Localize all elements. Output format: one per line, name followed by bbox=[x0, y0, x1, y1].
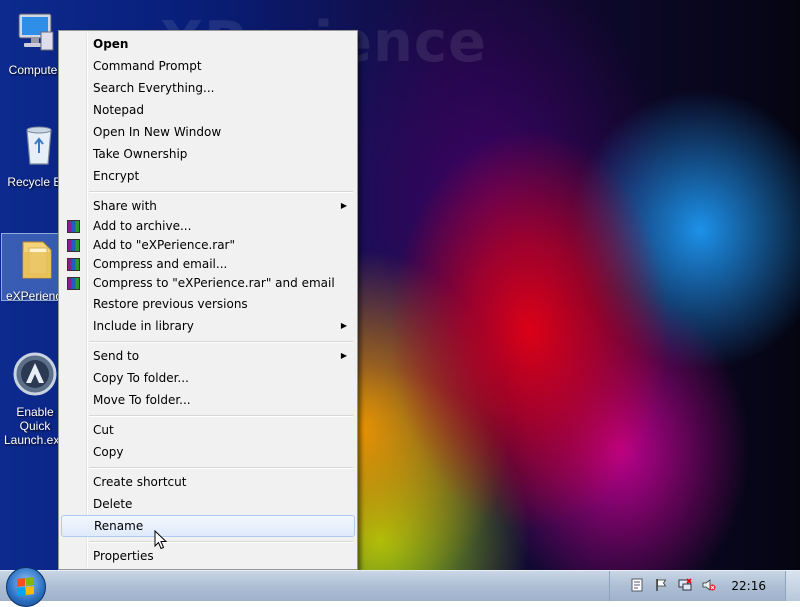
mouse-cursor-icon bbox=[154, 530, 168, 550]
menu-item-copy[interactable]: Copy bbox=[61, 441, 355, 463]
menu-item-label: Send to bbox=[93, 349, 140, 363]
menu-item-label: Add to archive... bbox=[93, 219, 192, 233]
menu-item-label: Add to "eXPerience.rar" bbox=[93, 238, 236, 252]
menu-item-label: Restore previous versions bbox=[93, 297, 248, 311]
menu-item-cut[interactable]: Cut bbox=[61, 419, 355, 441]
menu-item-search-everything[interactable]: Search Everything... bbox=[61, 77, 355, 99]
menu-item-encrypt[interactable]: Encrypt bbox=[61, 165, 355, 187]
menu-item-restore-previous-versions[interactable]: Restore previous versions bbox=[61, 293, 355, 315]
menu-item-create-shortcut[interactable]: Create shortcut bbox=[61, 471, 355, 493]
menu-item-add-to-rar[interactable]: Add to "eXPerience.rar" bbox=[61, 235, 355, 255]
winrar-icon bbox=[67, 277, 80, 290]
taskbar: 22:16 bbox=[0, 567, 800, 607]
menu-item-label: Cut bbox=[93, 423, 114, 437]
menu-item-label: Compress to "eXPerience.rar" and email bbox=[93, 276, 335, 290]
menu-item-label: Copy To folder... bbox=[93, 371, 189, 385]
menu-separator bbox=[89, 341, 353, 343]
menu-item-label: Move To folder... bbox=[93, 393, 191, 407]
menu-item-properties[interactable]: Properties bbox=[61, 545, 355, 567]
menu-item-label: Rename bbox=[94, 519, 144, 533]
menu-item-command-prompt[interactable]: Command Prompt bbox=[61, 55, 355, 77]
network-icon[interactable] bbox=[678, 578, 692, 592]
taskbar-clock[interactable]: 22:16 bbox=[731, 571, 766, 601]
menu-item-label: Create shortcut bbox=[93, 475, 187, 489]
windows-start-icon bbox=[17, 577, 34, 596]
winrar-icon bbox=[67, 220, 80, 233]
system-tray: 22:16 bbox=[609, 571, 800, 601]
menu-separator bbox=[89, 415, 353, 417]
menu-item-include-in-library[interactable]: Include in library ▶ bbox=[61, 315, 355, 337]
menu-separator bbox=[89, 467, 353, 469]
submenu-arrow-icon: ▶ bbox=[340, 201, 347, 210]
menu-item-label: Notepad bbox=[93, 103, 144, 117]
menu-separator bbox=[89, 541, 353, 543]
menu-item-label: Take Ownership bbox=[93, 147, 188, 161]
menu-item-rename[interactable]: Rename bbox=[61, 515, 355, 537]
menu-item-send-to[interactable]: Send to ▶ bbox=[61, 345, 355, 367]
start-button[interactable] bbox=[6, 567, 46, 607]
notification-icon[interactable] bbox=[630, 578, 644, 592]
menu-item-label: Command Prompt bbox=[93, 59, 202, 73]
menu-item-label: Search Everything... bbox=[93, 81, 215, 95]
flag-icon[interactable] bbox=[654, 578, 668, 592]
quick-launch-icon bbox=[13, 352, 57, 396]
submenu-arrow-icon: ▶ bbox=[340, 351, 347, 360]
menu-item-share-with[interactable]: Share with ▶ bbox=[61, 195, 355, 217]
menu-item-label: Open bbox=[93, 37, 129, 51]
submenu-arrow-icon: ▶ bbox=[340, 321, 347, 330]
computer-icon bbox=[18, 13, 54, 51]
menu-item-move-to-folder[interactable]: Move To folder... bbox=[61, 389, 355, 411]
menu-item-open[interactable]: Open bbox=[61, 33, 355, 55]
menu-item-open-in-new-window[interactable]: Open In New Window bbox=[61, 121, 355, 143]
menu-item-label: Encrypt bbox=[93, 169, 140, 183]
menu-item-delete[interactable]: Delete bbox=[61, 493, 355, 515]
menu-item-take-ownership[interactable]: Take Ownership bbox=[61, 143, 355, 165]
menu-item-add-to-archive[interactable]: Add to archive... bbox=[61, 216, 355, 236]
menu-item-compress-to-rar-and-email[interactable]: Compress to "eXPerience.rar" and email bbox=[61, 273, 355, 293]
menu-item-label: Delete bbox=[93, 497, 133, 511]
winrar-icon bbox=[67, 239, 80, 252]
menu-item-label: Open In New Window bbox=[93, 125, 222, 139]
recycle-bin-icon bbox=[26, 126, 52, 165]
context-menu: Open Command Prompt Search Everything...… bbox=[58, 30, 358, 570]
menu-item-label: Copy bbox=[93, 445, 124, 459]
menu-item-compress-and-email[interactable]: Compress and email... bbox=[61, 254, 355, 274]
menu-item-label: Compress and email... bbox=[93, 257, 228, 271]
menu-item-label: Properties bbox=[93, 549, 154, 563]
menu-item-notepad[interactable]: Notepad bbox=[61, 99, 355, 121]
show-desktop-button[interactable] bbox=[785, 571, 800, 601]
menu-separator bbox=[89, 191, 353, 193]
menu-item-label: Share with bbox=[93, 199, 157, 213]
winrar-icon bbox=[67, 258, 80, 271]
folder-icon bbox=[22, 241, 52, 279]
menu-item-copy-to-folder[interactable]: Copy To folder... bbox=[61, 367, 355, 389]
volume-muted-icon[interactable] bbox=[702, 578, 716, 592]
menu-item-label: Include in library bbox=[93, 319, 194, 333]
